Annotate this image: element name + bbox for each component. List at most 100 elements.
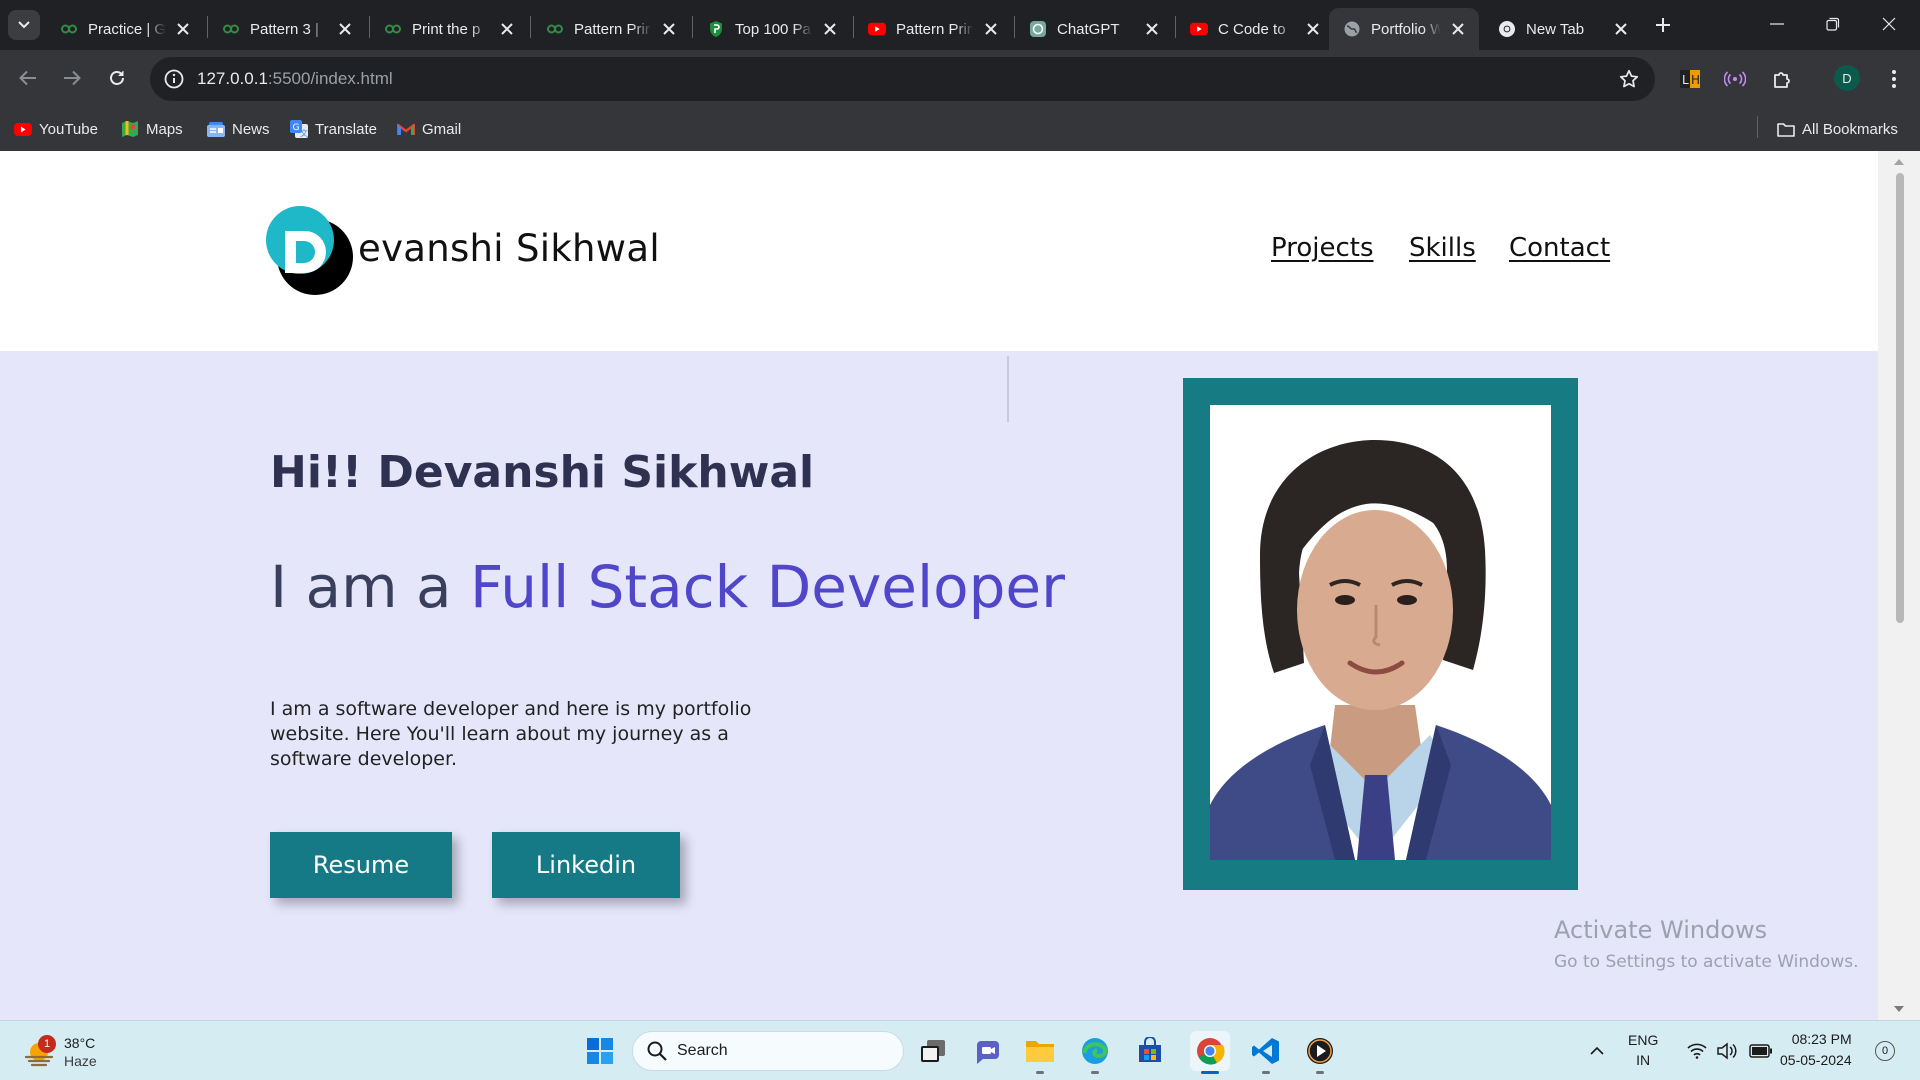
close-window-button[interactable] bbox=[1864, 8, 1914, 40]
arrow-left-icon bbox=[19, 70, 36, 86]
bookmark-news[interactable]: News bbox=[207, 116, 270, 142]
battery-icon bbox=[1749, 1044, 1772, 1058]
task-view-icon bbox=[921, 1040, 945, 1062]
close-icon[interactable] bbox=[1302, 18, 1324, 40]
forward-button[interactable] bbox=[56, 62, 88, 94]
linkedin-button[interactable]: Linkedin bbox=[492, 832, 680, 898]
wifi-icon bbox=[1687, 1043, 1707, 1059]
weather-widget[interactable]: 1 38°C Haze bbox=[22, 1029, 112, 1073]
tab[interactable]: C Code to bbox=[1176, 8, 1334, 50]
tab[interactable]: Top 100 Pa bbox=[693, 8, 851, 50]
chevron-up-icon bbox=[1590, 1047, 1604, 1055]
tab[interactable]: Practice | G bbox=[46, 8, 204, 50]
shield-icon bbox=[707, 20, 725, 38]
tab[interactable]: ChatGPT bbox=[1015, 8, 1173, 50]
bookmark-translate[interactable]: G文 Translate bbox=[290, 116, 377, 142]
broadcast-extension-icon[interactable] bbox=[1720, 64, 1750, 94]
tab-title: Print the p bbox=[412, 20, 481, 38]
bookmarks-separator bbox=[1757, 116, 1758, 138]
close-icon[interactable] bbox=[1610, 18, 1632, 40]
bookmark-star-icon[interactable] bbox=[1617, 67, 1641, 91]
media-player-button[interactable] bbox=[1300, 1031, 1340, 1074]
teams-chat-button[interactable] bbox=[968, 1031, 1008, 1071]
notification-center-button[interactable]: 0 bbox=[1875, 1041, 1895, 1061]
nav-link-contact[interactable]: Contact bbox=[1509, 233, 1610, 263]
chatgpt-icon bbox=[1029, 20, 1047, 38]
logo[interactable] bbox=[265, 203, 365, 303]
site-header: evanshi Sikhwal Projects Skills Contact bbox=[0, 151, 1878, 351]
close-icon[interactable] bbox=[819, 18, 841, 40]
task-view-button[interactable] bbox=[913, 1031, 953, 1071]
all-bookmarks-button[interactable]: All Bookmarks bbox=[1777, 116, 1898, 142]
minimize-button[interactable] bbox=[1752, 8, 1802, 40]
browser-toolbar: 127.0.0.1:5500/index.html LH D bbox=[0, 50, 1920, 108]
extensions-puzzle-icon[interactable] bbox=[1767, 64, 1797, 94]
bookmark-maps[interactable]: Maps bbox=[121, 116, 183, 142]
store-button[interactable] bbox=[1130, 1031, 1170, 1071]
close-icon[interactable] bbox=[658, 18, 680, 40]
nav-link-projects[interactable]: Projects bbox=[1271, 233, 1374, 263]
close-icon[interactable] bbox=[1141, 18, 1163, 40]
vscode-button[interactable] bbox=[1246, 1031, 1286, 1074]
close-icon[interactable] bbox=[1447, 18, 1469, 40]
resume-button[interactable]: Resume bbox=[270, 832, 452, 898]
bookmark-gmail[interactable]: Gmail bbox=[397, 116, 461, 142]
tab[interactable]: Pattern 3 | bbox=[208, 8, 366, 50]
bookmarks-bar: YouTube Maps News G文 Translate Gmail All… bbox=[0, 108, 1920, 151]
new-tab-button[interactable] bbox=[1650, 12, 1676, 38]
youtube-icon bbox=[1190, 20, 1208, 38]
tab-title: ChatGPT bbox=[1057, 20, 1120, 38]
language-indicator[interactable]: ENG IN bbox=[1628, 1030, 1658, 1070]
chrome-button[interactable] bbox=[1190, 1031, 1230, 1074]
close-icon[interactable] bbox=[496, 18, 518, 40]
weather-badge: 1 bbox=[38, 1035, 56, 1053]
close-icon[interactable] bbox=[172, 18, 194, 40]
menu-kebab-icon[interactable] bbox=[1879, 64, 1909, 94]
typing-caret bbox=[1007, 356, 1009, 422]
back-button[interactable] bbox=[12, 62, 44, 94]
tab[interactable]: Pattern Prir bbox=[532, 8, 690, 50]
scroll-down-icon[interactable] bbox=[1892, 1002, 1906, 1016]
bookmark-label: YouTube bbox=[39, 120, 98, 138]
info-icon[interactable] bbox=[162, 67, 186, 91]
tab-search-button[interactable] bbox=[8, 10, 40, 40]
chrome-icon bbox=[1197, 1038, 1225, 1065]
taskbar-search[interactable]: Search bbox=[632, 1031, 904, 1071]
scroll-thumb[interactable] bbox=[1896, 173, 1904, 623]
clock-time: 08:23 PM bbox=[1791, 1031, 1852, 1047]
running-indicator bbox=[1262, 1071, 1270, 1074]
system-clock[interactable]: 08:23 PM 05-05-2024 bbox=[1780, 1029, 1852, 1071]
tab[interactable]: Print the p bbox=[370, 8, 528, 50]
edge-button[interactable] bbox=[1075, 1031, 1115, 1074]
show-hidden-icons-button[interactable] bbox=[1582, 1031, 1612, 1071]
close-icon[interactable] bbox=[980, 18, 1002, 40]
url-text[interactable]: 127.0.0.1:5500/index.html bbox=[197, 57, 393, 101]
bookmark-label: Maps bbox=[146, 120, 183, 138]
close-icon[interactable] bbox=[334, 18, 356, 40]
tab-title: C Code to bbox=[1218, 20, 1286, 38]
bookmark-label: Gmail bbox=[422, 120, 462, 138]
file-explorer-button[interactable] bbox=[1020, 1031, 1060, 1074]
restore-button[interactable] bbox=[1808, 8, 1858, 40]
nav-link-skills[interactable]: Skills bbox=[1409, 233, 1476, 263]
tab-title: Pattern 3 | bbox=[250, 20, 319, 38]
tab[interactable]: New Tab bbox=[1484, 8, 1642, 50]
page-scrollbar[interactable] bbox=[1878, 151, 1920, 1020]
tab-active[interactable]: Portfolio W bbox=[1329, 8, 1479, 50]
gfg-icon bbox=[384, 20, 402, 38]
bookmark-label: News bbox=[232, 120, 270, 138]
profile-avatar[interactable]: D bbox=[1834, 65, 1860, 91]
language-line2: IN bbox=[1636, 1052, 1651, 1068]
address-bar[interactable]: 127.0.0.1:5500/index.html bbox=[150, 57, 1655, 101]
active-indicator bbox=[1201, 1071, 1219, 1074]
reload-button[interactable] bbox=[101, 62, 133, 94]
start-button[interactable] bbox=[580, 1031, 620, 1071]
chat-icon bbox=[977, 1041, 999, 1064]
search-icon bbox=[647, 1041, 667, 1061]
quick-settings-button[interactable] bbox=[1680, 1031, 1780, 1071]
bookmark-youtube[interactable]: YouTube bbox=[14, 116, 98, 142]
news-icon bbox=[207, 120, 225, 138]
tab[interactable]: Pattern Prir bbox=[854, 8, 1012, 50]
lighthouse-extension-icon[interactable]: LH bbox=[1676, 64, 1706, 94]
scroll-up-icon[interactable] bbox=[1892, 155, 1906, 169]
